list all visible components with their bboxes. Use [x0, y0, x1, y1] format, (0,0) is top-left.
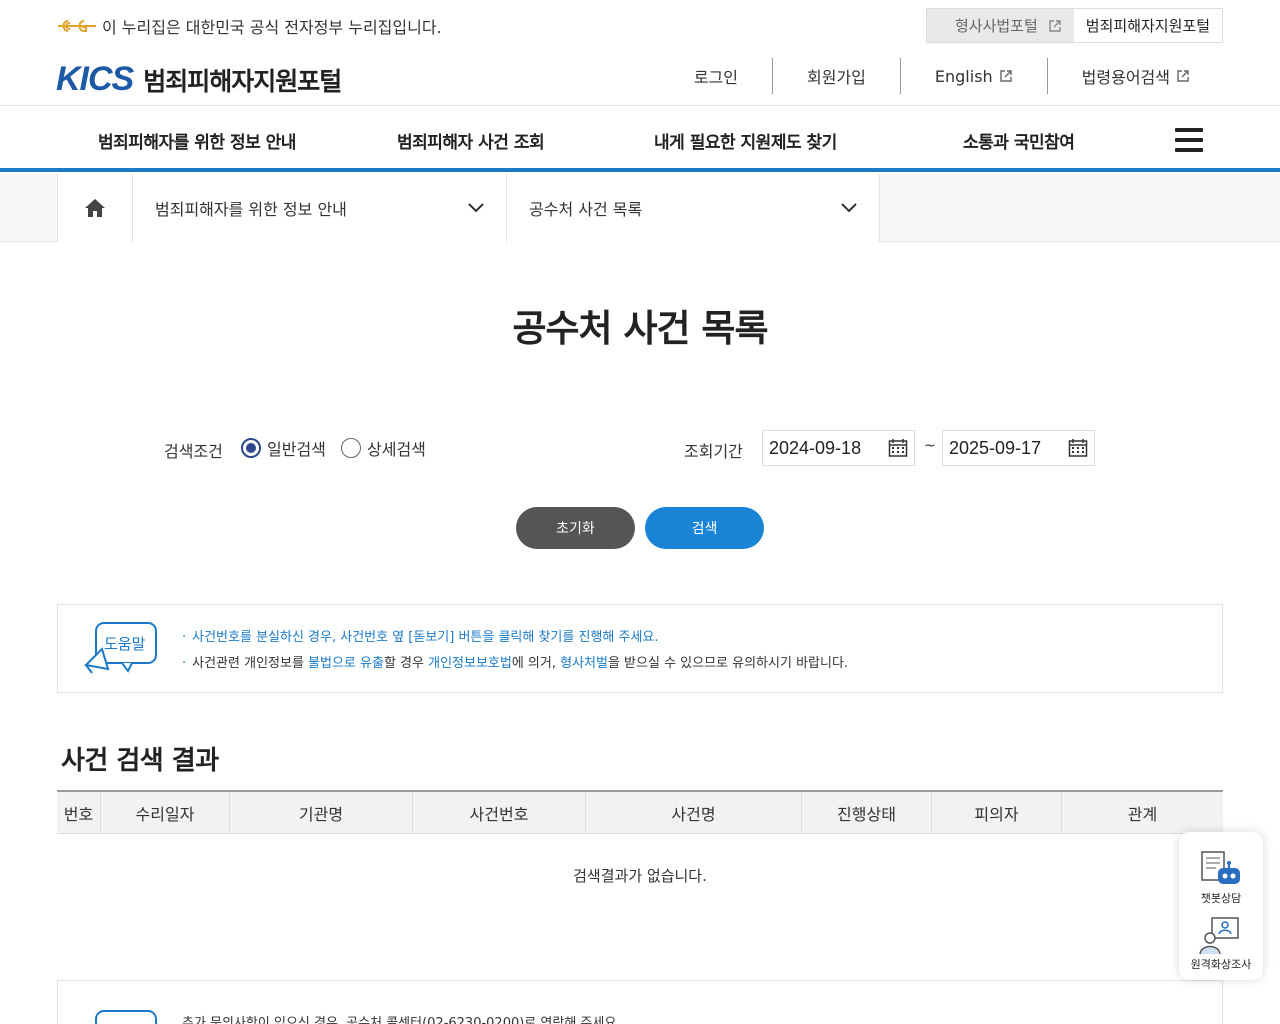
- gov-emblem-icon: [56, 18, 98, 34]
- gov-notice-text: 이 누리집은 대한민국 공식 전자정부 누리집입니다.: [102, 18, 442, 37]
- date-from-field[interactable]: 2024-09-18: [762, 430, 915, 466]
- main-navigation: 범죄피해자를 위한 정보 안내 범죄피해자 사건 조회 내게 필요한 지원제도 …: [0, 106, 1280, 172]
- utility-menu: 로그인 회원가입 English 법령용어검색: [660, 58, 1224, 94]
- help-line-2-e: 에 의거,: [511, 656, 561, 671]
- help-line-2-c: 할 경우: [383, 656, 429, 671]
- chevron-down-icon: [841, 203, 857, 213]
- date-from-value: 2024-09-18: [769, 437, 862, 458]
- breadcrumb-level2-label: 공수처 사건 목록: [529, 200, 643, 219]
- column-header: 번호: [63, 804, 94, 824]
- chatbot-label: 챗봇상담: [1200, 892, 1242, 905]
- radio-detail-search[interactable]: 상세검색: [341, 436, 426, 460]
- help-text: · 사건번호를 분실하신 경우, 사건번호 옆 [돋보기] 버튼을 클릭해 찾기를…: [182, 625, 848, 677]
- help-box-bottom: 도움말 추가 문의사항이 있으신 경우, 공수처 콜센터(02-6230-020…: [57, 980, 1223, 1024]
- signup-link[interactable]: 회원가입: [772, 58, 900, 94]
- radio-general-label: 일반검색: [267, 440, 326, 459]
- results-title: 사건 검색 결과: [61, 746, 219, 776]
- help-box: 도움말 · 사건번호를 분실하신 경우, 사건번호 옆 [돋보기] 버튼을 클릭해…: [57, 604, 1223, 693]
- external-link-icon: [1177, 70, 1189, 82]
- breadcrumb-level1-dropdown[interactable]: 범죄피해자를 위한 정보 안내: [133, 174, 507, 242]
- breadcrumb-level1-label: 범죄피해자를 위한 정보 안내: [155, 200, 347, 219]
- external-link-icon: [999, 70, 1012, 82]
- calendar-icon[interactable]: [888, 438, 908, 458]
- help-line-2-d: 개인정보보호법: [428, 656, 512, 671]
- table-header: 번호 수리일자 기관명 사건번호 사건명 진행상태 피의자 관계: [57, 792, 1223, 834]
- search-button[interactable]: 검색: [645, 507, 764, 549]
- help-line-1: · 사건번호를 분실하신 경우, 사건번호 옆 [돋보기] 버튼을 클릭해 찾기를…: [182, 630, 659, 645]
- video-call-icon: [1199, 917, 1239, 955]
- legal-term-search-link[interactable]: 법령용어검색: [1046, 58, 1224, 94]
- date-to-field[interactable]: 2025-09-17: [942, 430, 1095, 466]
- chevron-down-icon: [468, 203, 484, 213]
- column-header: 기관명: [229, 792, 412, 833]
- help-line-1-text: 사건번호를 분실하신 경우, 사건번호 옆 [돋보기] 버튼을 클릭해 찾기를 …: [192, 630, 659, 645]
- breadcrumb-level2-dropdown[interactable]: 공수처 사건 목록: [507, 174, 880, 242]
- external-link-icon: [1049, 19, 1061, 32]
- nav-case-lookup[interactable]: 범죄피해자 사건 조회: [397, 128, 545, 153]
- chatbot-icon: [1201, 851, 1240, 884]
- site-header: KICS 범죄피해자지원포털 로그인 회원가입 English 법령용어검색: [0, 48, 1280, 106]
- site-name: 범죄피해자지원포털: [143, 66, 342, 96]
- kics-logo-mark: KICS: [56, 60, 134, 98]
- help-bottom-line: 추가 문의사항이 있으신 경우, 공수처 콜센터(02-6230-0200)로 …: [182, 1016, 621, 1024]
- search-condition-label: 검색조건: [164, 442, 223, 461]
- column-header: 관계: [1061, 792, 1223, 833]
- signup-label: 회원가입: [807, 68, 866, 87]
- nav-support-finder[interactable]: 내게 필요한 지원제도 찾기: [654, 128, 837, 153]
- radio-checked-icon: [241, 438, 261, 458]
- date-to-value: 2025-09-17: [949, 437, 1042, 458]
- gov-banner: 이 누리집은 대한민국 공식 전자정부 누리집입니다. 형사사법포털 범죄피해자…: [0, 0, 1280, 48]
- gov-notice: 이 누리집은 대한민국 공식 전자정부 누리집입니다.: [56, 14, 442, 38]
- login-label: 로그인: [693, 68, 738, 87]
- help-bottom-text: 추가 문의사항이 있으신 경우, 공수처 콜센터(02-6230-0200)로 …: [182, 1011, 620, 1024]
- english-label: English: [934, 66, 993, 86]
- radio-general-search[interactable]: 일반검색: [241, 436, 326, 460]
- home-icon: [85, 199, 105, 217]
- page-title: 공수처 사건 목록: [512, 307, 768, 350]
- chatbot-button[interactable]: 챗봇상담: [1179, 850, 1263, 906]
- english-link[interactable]: English: [899, 58, 1047, 94]
- radio-unchecked-icon: [341, 438, 361, 458]
- column-header: 수리일자: [100, 792, 229, 833]
- calendar-icon[interactable]: [1068, 438, 1088, 458]
- help-line-2-b: 불법으로 유출: [308, 656, 384, 671]
- column-header: 사건번호: [412, 792, 585, 833]
- radio-detail-label: 상세검색: [367, 440, 426, 459]
- home-button[interactable]: [57, 174, 133, 242]
- video-investigation-label: 원격화상조사: [1190, 958, 1252, 971]
- help-megaphone-icon: 도움말: [82, 995, 160, 1024]
- login-link[interactable]: 로그인: [660, 58, 772, 94]
- portal-switcher: 형사사법포털 범죄피해자지원포털: [925, 8, 1223, 43]
- nav-victim-info[interactable]: 범죄피해자를 위한 정보 안내: [98, 128, 296, 153]
- search-form: 검색조건 일반검색 상세검색 조회기간 2024-09-18 ~ 2025-09…: [0, 430, 1280, 466]
- date-separator: ~: [924, 438, 936, 454]
- portal-link-criminal-justice[interactable]: 형사사법포털: [926, 9, 1074, 42]
- site-logo[interactable]: KICS 범죄피해자지원포털: [56, 60, 342, 99]
- portal-link-victim-support[interactable]: 범죄피해자지원포털: [1073, 9, 1222, 42]
- menu-hamburger-icon[interactable]: [1175, 128, 1203, 152]
- help-megaphone-icon: 도움말: [82, 619, 160, 679]
- legal-term-label: 법령용어검색: [1081, 68, 1170, 87]
- video-investigation-button[interactable]: 원격화상조사: [1179, 914, 1263, 972]
- help-line-2-a: 사건관련 개인정보를: [192, 656, 309, 671]
- floating-quick-menu: 챗봇상담 원격화상조사: [1179, 832, 1263, 980]
- column-header: 진행상태: [801, 792, 931, 833]
- column-header: 사건명: [585, 792, 801, 833]
- empty-results-message: 검색결과가 없습니다.: [573, 866, 707, 885]
- help-line-2: · 사건관련 개인정보를 불법으로 유출할 경우 개인정보보호법에 의거, 형사처…: [182, 656, 849, 671]
- results-table: 번호 수리일자 기관명 사건번호 사건명 진행상태 피의자 관계 검색결과가 없…: [57, 790, 1223, 916]
- help-icon-text: 도움말: [104, 635, 146, 653]
- reset-button[interactable]: 초기화: [516, 507, 635, 549]
- portal-label: 형사사법포털: [954, 17, 1038, 35]
- breadcrumb: 범죄피해자를 위한 정보 안내 공수처 사건 목록: [0, 174, 1280, 242]
- portal-label: 범죄피해자지원포털: [1085, 17, 1210, 35]
- period-label: 조회기간: [684, 442, 743, 461]
- column-header: 피의자: [931, 792, 1061, 833]
- help-line-2-f: 형사처벌: [560, 656, 608, 671]
- help-line-2-g: 을 받으실 수 있으므로 유의하시기 바랍니다.: [607, 656, 849, 671]
- nav-participation[interactable]: 소통과 국민참여: [963, 128, 1075, 153]
